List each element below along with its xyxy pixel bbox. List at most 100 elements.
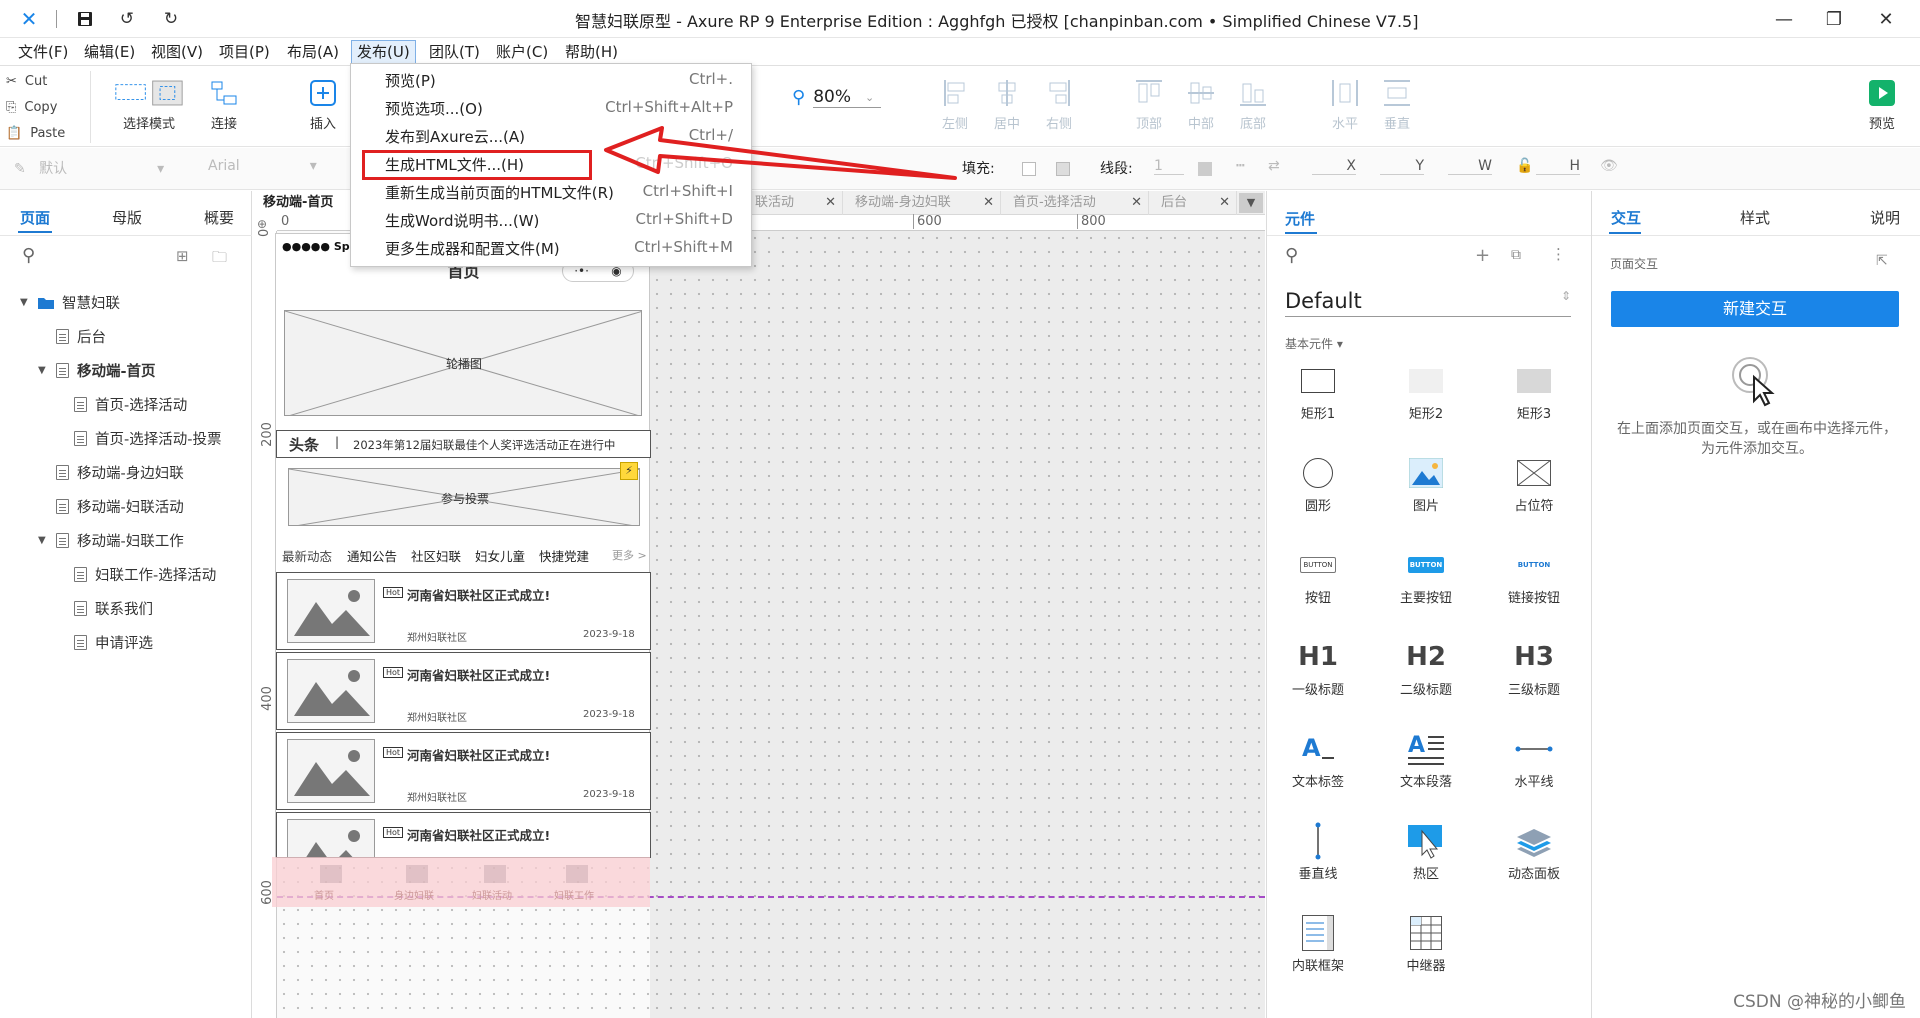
widget-hotspot[interactable]: 热区 bbox=[1376, 819, 1476, 882]
bottom-tab-bar[interactable]: 首页 身边妇联 妇联活动 妇联工作 bbox=[272, 857, 650, 907]
h-input[interactable]: H bbox=[1536, 158, 1580, 175]
news-item[interactable]: Hot 河南省妇联社区正式成立! 郑州妇联社区 2023-9-18 bbox=[276, 732, 651, 810]
close-icon[interactable]: ✕ bbox=[983, 191, 994, 215]
widget-rect2[interactable]: 矩形2 bbox=[1376, 359, 1476, 422]
menu-item-generate-word[interactable]: 生成Word说明书...(W) Ctrl+Shift+D bbox=[351, 206, 751, 234]
new-interaction-button[interactable]: 新建交互 bbox=[1611, 291, 1899, 327]
menu-team[interactable]: 团队(T) bbox=[424, 40, 485, 64]
tab-interactions[interactable]: 交互 bbox=[1611, 207, 1641, 228]
visibility-icon[interactable]: 👁 bbox=[1600, 158, 1618, 174]
restore-icon[interactable]: ❐ bbox=[1810, 0, 1858, 38]
x-input[interactable]: X bbox=[1312, 158, 1356, 175]
widget-h2[interactable]: H2 二级标题 bbox=[1376, 635, 1476, 698]
font-select[interactable]: Arial ▾ bbox=[208, 158, 317, 174]
w-input[interactable]: W bbox=[1448, 158, 1492, 175]
line-style-icon[interactable]: ┅ bbox=[1236, 158, 1244, 174]
menu-item-more-generators[interactable]: 更多生成器和配置文件(M) Ctrl+Shift+M bbox=[351, 234, 751, 262]
align-right-button[interactable]: 右侧 bbox=[1024, 73, 1094, 132]
tree-page-apply[interactable]: 申请评选 bbox=[74, 627, 153, 657]
preview-button[interactable]: 预览 bbox=[1847, 73, 1917, 132]
tree-page-activities[interactable]: 移动端-妇联活动 bbox=[56, 491, 184, 521]
widget-link-button[interactable]: BUTTON 链接按钮 bbox=[1484, 543, 1584, 606]
tree-page-nearby[interactable]: 移动端-身边妇联 bbox=[56, 457, 184, 487]
tab-notes[interactable]: 说明 bbox=[1870, 207, 1900, 228]
tree-page-contact[interactable]: 联系我们 bbox=[74, 593, 153, 623]
tab-style[interactable]: 样式 bbox=[1740, 207, 1770, 228]
vote-placeholder[interactable]: 参与投票 bbox=[288, 468, 640, 526]
paste-button[interactable]: 📋 Paste bbox=[6, 121, 65, 145]
widget-h3[interactable]: H3 三级标题 bbox=[1484, 635, 1584, 698]
tab-admin[interactable]: 后台 ✕ bbox=[1149, 191, 1237, 215]
library-copy-icon[interactable]: ⧉ bbox=[1511, 247, 1521, 263]
align-bottom-button[interactable]: 底部 bbox=[1218, 73, 1288, 132]
nav-latest[interactable]: 最新动态 bbox=[282, 546, 332, 565]
widget-button[interactable]: BUTTON 按钮 bbox=[1268, 543, 1368, 606]
library-select[interactable]: Default ⇕ bbox=[1285, 289, 1571, 317]
interaction-settings-icon[interactable]: ⇱ bbox=[1876, 253, 1888, 269]
widget-h1[interactable]: H1 一级标题 bbox=[1268, 635, 1368, 698]
widget-dynamic-panel[interactable]: 动态面板 bbox=[1484, 819, 1584, 882]
add-page-icon[interactable]: ⊞ bbox=[176, 247, 189, 265]
close-icon[interactable]: ✕ bbox=[1131, 191, 1142, 215]
tree-page-work[interactable]: ▼ 移动端-妇联工作 bbox=[38, 525, 184, 555]
widget-text-paragraph[interactable]: A 文本段落 bbox=[1376, 727, 1476, 790]
nav-community[interactable]: 社区妇联 bbox=[411, 546, 461, 565]
menu-edit[interactable]: 编辑(E) bbox=[79, 40, 140, 64]
connect-button[interactable]: 连接 bbox=[189, 73, 259, 132]
zoom-control[interactable]: ⚲ 80% ⌄ bbox=[792, 87, 881, 108]
search-icon[interactable]: ⚲ bbox=[22, 245, 35, 266]
fill-color-swatch[interactable] bbox=[1022, 162, 1036, 176]
widget-placeholder[interactable]: 占位符 bbox=[1484, 451, 1584, 514]
cut-button[interactable]: ✂ Cut bbox=[6, 69, 47, 93]
menu-help[interactable]: 帮助(H) bbox=[560, 40, 623, 64]
banner-placeholder[interactable]: 轮播图 bbox=[284, 310, 642, 416]
widget-primary-button[interactable]: BUTTON 主要按钮 bbox=[1376, 543, 1476, 606]
tree-page-home-select[interactable]: 首页-选择活动 bbox=[74, 389, 187, 419]
close-icon[interactable]: ✕ bbox=[1862, 0, 1910, 38]
headline-bar[interactable]: 头条 | 2023年第12届妇联最佳个人奖评选活动正在进行中 bbox=[276, 430, 651, 458]
tab-home-select[interactable]: 首页-选择活动 ✕ bbox=[1001, 191, 1149, 215]
tree-page-home-vote[interactable]: 首页-选择活动-投票 bbox=[74, 423, 221, 453]
nav-notice[interactable]: 通知公告 bbox=[347, 546, 397, 565]
undo-icon[interactable]: ↺ bbox=[116, 8, 138, 30]
close-icon[interactable]: ✕ bbox=[1219, 191, 1230, 215]
more-options-icon[interactable]: ⋮ bbox=[1551, 245, 1566, 263]
search-icon[interactable]: ⚲ bbox=[1285, 245, 1298, 266]
widget-image[interactable]: 图片 bbox=[1376, 451, 1476, 514]
tab-libraries[interactable]: 元件 bbox=[1285, 208, 1315, 229]
widget-inline-frame[interactable]: 内联框架 bbox=[1268, 911, 1368, 974]
news-item[interactable]: Hot 河南省妇联社区正式成立! 郑州妇联社区 2023-9-18 bbox=[276, 572, 651, 650]
insert-button[interactable]: 插入 bbox=[288, 73, 358, 132]
minimize-icon[interactable]: — bbox=[1760, 0, 1808, 38]
y-input[interactable]: Y bbox=[1380, 158, 1424, 175]
redo-icon[interactable]: ↻ bbox=[160, 8, 182, 30]
nav-women-children[interactable]: 妇女儿童 bbox=[475, 546, 525, 565]
widget-text-label[interactable]: A 文本标签 bbox=[1268, 727, 1368, 790]
tab-masters[interactable]: 母版 bbox=[112, 207, 142, 228]
nav-party[interactable]: 快捷党建 bbox=[539, 546, 589, 565]
menu-view[interactable]: 视图(V) bbox=[146, 40, 208, 64]
arrow-style-icon[interactable]: ⇄ bbox=[1268, 158, 1280, 174]
news-item[interactable]: Hot 河南省妇联社区正式成立! bbox=[276, 812, 651, 858]
add-folder-icon[interactable]: 🗀 bbox=[212, 247, 227, 272]
news-item[interactable]: Hot 河南省妇联社区正式成立! 郑州妇联社区 2023-9-18 bbox=[276, 652, 651, 730]
tab-pages[interactable]: 页面 bbox=[20, 207, 50, 228]
shadow-swatch[interactable] bbox=[1056, 162, 1070, 176]
save-icon[interactable] bbox=[74, 8, 96, 30]
menu-account[interactable]: 账户(C) bbox=[491, 40, 553, 64]
tabs-overflow-button[interactable]: ▼ bbox=[1239, 193, 1263, 213]
lock-icon[interactable]: 🔓 bbox=[1516, 158, 1533, 174]
tree-folder-root[interactable]: ▼ 智慧妇联 bbox=[20, 287, 120, 317]
menu-item-preview-options[interactable]: 预览选项...(O) Ctrl+Shift+Alt+P bbox=[351, 94, 751, 122]
menu-file[interactable]: 文件(F) bbox=[13, 40, 73, 64]
section-basic-widgets[interactable]: 基本元件 ▾ bbox=[1285, 335, 1343, 352]
menu-layout[interactable]: 布局(A) bbox=[282, 40, 344, 64]
line-color-swatch[interactable] bbox=[1198, 162, 1212, 176]
widget-rect3[interactable]: 矩形3 bbox=[1484, 359, 1584, 422]
widget-rect1[interactable]: 矩形1 bbox=[1268, 359, 1368, 422]
select-mode-button[interactable]: 选择模式 bbox=[114, 73, 184, 132]
tree-page-admin[interactable]: 后台 bbox=[56, 321, 106, 351]
widget-circle[interactable]: 圆形 bbox=[1268, 451, 1368, 514]
menu-item-preview[interactable]: 预览(P) Ctrl+. bbox=[351, 66, 751, 94]
line-width-input[interactable]: 1 bbox=[1154, 158, 1184, 175]
